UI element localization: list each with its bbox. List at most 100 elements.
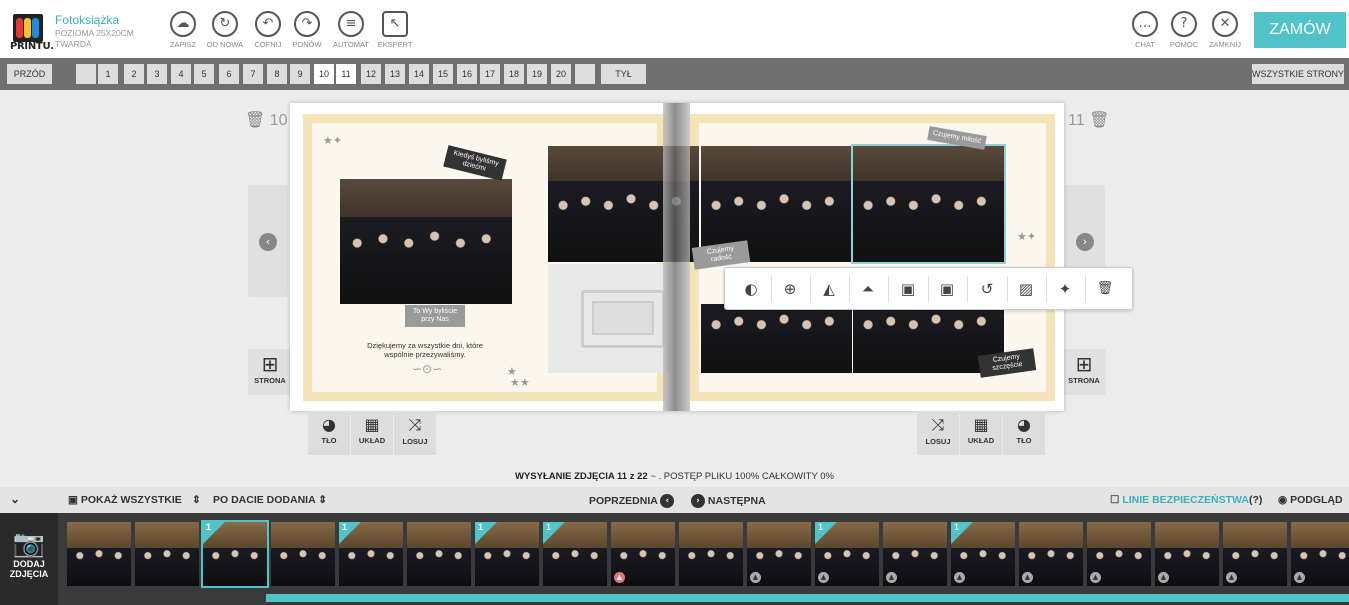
photo-thumbnail[interactable]	[67, 522, 131, 586]
collapse-icon[interactable]: ⌄	[10, 492, 20, 506]
order-button[interactable]: ZAMÓW	[1254, 12, 1346, 48]
photo-thumbnail[interactable]: 1 ▲	[815, 522, 879, 586]
photo-thumbnail[interactable]: 1 ▲	[951, 522, 1015, 586]
add-page-right-button[interactable]: ⊞ STRONA	[1062, 349, 1106, 395]
right-page-number-value: 11	[1068, 112, 1085, 129]
page-button[interactable]: 20	[551, 64, 571, 84]
background-button-right[interactable]: ◕ TŁO	[1003, 411, 1045, 455]
shuffle-button-right[interactable]: ⤨ LOSUJ	[917, 411, 959, 455]
rotate-icon[interactable]: ↺	[974, 278, 1000, 300]
page-button[interactable]: 14	[409, 64, 429, 84]
previous-button[interactable]: POPRZEDNIA ‹	[589, 494, 675, 508]
expert-button[interactable]: ↖ EKSPERT	[370, 11, 420, 49]
page-button[interactable]: 18	[504, 64, 524, 84]
upload-status-icon: ▲	[954, 572, 965, 583]
prev-page-button[interactable]: PRZÓD	[7, 64, 52, 84]
next-page-button[interactable]: TYŁ	[601, 64, 646, 84]
chevron-right-icon: ›	[1076, 233, 1094, 251]
page-button[interactable]: 19	[527, 64, 547, 84]
fit-icon[interactable]: ▣	[895, 278, 921, 300]
delete-page-icon[interactable]: 🗑	[1089, 110, 1109, 129]
preview-button[interactable]: ◉ PODGLĄD	[1278, 494, 1343, 506]
photo-thumbnail[interactable]	[271, 522, 335, 586]
page-caption[interactable]: Dziękujemy za wszystkie dni, które wspól…	[355, 341, 495, 359]
page-button[interactable]: 13	[385, 64, 405, 84]
add-photos-button[interactable]: 📷 DODAJ ZDJĘCIA	[0, 513, 58, 605]
trash-icon[interactable]: 🗑	[1092, 278, 1118, 300]
page-button[interactable]: 3	[147, 64, 167, 84]
ornament-icon: ∽⊙∽	[412, 362, 443, 376]
page-button[interactable]: 2	[124, 64, 144, 84]
flip-vertical-icon[interactable]: ⏶	[855, 278, 881, 300]
page-button[interactable]	[575, 64, 595, 84]
page-button[interactable]: 8	[267, 64, 287, 84]
page-button[interactable]: 7	[243, 64, 263, 84]
page-button[interactable]: 16	[457, 64, 477, 84]
page-button[interactable]: 4	[171, 64, 191, 84]
all-pages-button[interactable]: WSZYSTKIE STRONY	[1252, 64, 1344, 84]
page-button[interactable]	[76, 64, 96, 84]
photo-thumbnail[interactable]	[135, 522, 199, 586]
previous-spread-button[interactable]: ‹	[248, 185, 288, 297]
show-all-button[interactable]: ▣ POKAŻ WSZYSTKIE	[68, 494, 182, 506]
strip-scrollbar[interactable]	[266, 594, 1349, 602]
page-button[interactable]: 6	[219, 64, 239, 84]
page-button[interactable]: 9	[290, 64, 310, 84]
undo-icon: ↶	[255, 11, 281, 37]
photo-thumbnail[interactable]	[679, 522, 743, 586]
add-page-left-button[interactable]: ⊞ STRONA	[248, 349, 292, 395]
photo-thumbnail[interactable]: ▲	[1223, 522, 1287, 586]
shuffle-button-left[interactable]: ⤨ LOSUJ	[394, 411, 436, 455]
page-button[interactable]: 15	[433, 64, 453, 84]
photo-thumbnail[interactable]: ▲	[611, 522, 675, 586]
background-button-left[interactable]: ◕ TŁO	[308, 411, 350, 455]
star-icon: ★✦	[323, 134, 343, 147]
page-button[interactable]: 11	[336, 64, 356, 84]
close-button[interactable]: ✕ ZAMKNIJ	[1200, 11, 1250, 49]
photo-group[interactable]	[340, 179, 512, 304]
photo-thumbnail[interactable]: 1	[475, 522, 539, 586]
redo-label: PONÓW	[292, 40, 322, 49]
photo-selected[interactable]	[851, 144, 1006, 264]
safety-help-button[interactable]: (?)	[1249, 494, 1262, 506]
refresh-icon: ↻	[212, 11, 238, 37]
replace-image-icon[interactable]: ▨	[1013, 278, 1039, 300]
redo-button[interactable]: ↷ PONÓW	[282, 11, 332, 49]
tag-you-were[interactable]: To Wy byliście przy Nas	[405, 305, 465, 327]
product-title[interactable]: Fotoksiążka	[55, 13, 119, 27]
magic-wand-icon[interactable]: ✦	[1052, 278, 1078, 300]
photo-thumbnail[interactable]: ▲	[747, 522, 811, 586]
layout-button-right[interactable]: ▦ UKŁAD	[960, 411, 1002, 455]
page-button[interactable]: 1	[98, 64, 118, 84]
photo-thumbnail[interactable]: ▲	[1155, 522, 1219, 586]
page-button[interactable]: 5	[194, 64, 214, 84]
zoom-in-icon[interactable]: ⊕	[777, 278, 803, 300]
photo-thumbnail[interactable]: 1	[543, 522, 607, 586]
preview-label: PODGLĄD	[1290, 494, 1343, 506]
photo-crowd-1[interactable]	[701, 304, 852, 373]
next-button[interactable]: › NASTĘPNA	[691, 494, 766, 508]
photo-thumbnail[interactable]: ▲	[1087, 522, 1151, 586]
safety-lines-toggle[interactable]: ☐ LINIE BEZPIECZEŃSTWA	[1110, 494, 1249, 506]
photo-thumbnail[interactable]: ▲	[1291, 522, 1349, 586]
upload-status-icon: ▲	[818, 572, 829, 583]
contrast-icon[interactable]: ◐	[738, 278, 764, 300]
sort-arrows-icon[interactable]: ⇕	[192, 494, 201, 506]
page-button[interactable]: 12	[361, 64, 381, 84]
empty-photo-slot[interactable]	[548, 264, 670, 373]
palette-icon: ◕	[1017, 415, 1031, 434]
photo-thumbnail[interactable]: ▲	[883, 522, 947, 586]
fill-icon[interactable]: ▣	[934, 278, 960, 300]
page-button[interactable]: 10	[314, 64, 334, 84]
automat-button[interactable]: ≡ AUTOMAT	[326, 11, 376, 49]
photo-thumbnail[interactable]	[407, 522, 471, 586]
photo-thumbnail[interactable]: 1	[339, 522, 403, 586]
photo-thumbnail[interactable]: ▲	[1019, 522, 1083, 586]
page-button[interactable]: 17	[480, 64, 500, 84]
delete-page-icon[interactable]: 🗑	[245, 110, 265, 129]
layout-button-left[interactable]: ▦ UKŁAD	[351, 411, 393, 455]
sort-by-button[interactable]: PO DACIE DODANIA ⇕	[213, 494, 327, 506]
flip-horizontal-icon[interactable]: ◭	[816, 278, 842, 300]
upload-status: WYSYŁANIE ZDJĘCIA 11 z 22 ~ . POSTĘP PLI…	[0, 471, 1349, 482]
photo-thumbnail[interactable]: 1	[201, 520, 269, 588]
